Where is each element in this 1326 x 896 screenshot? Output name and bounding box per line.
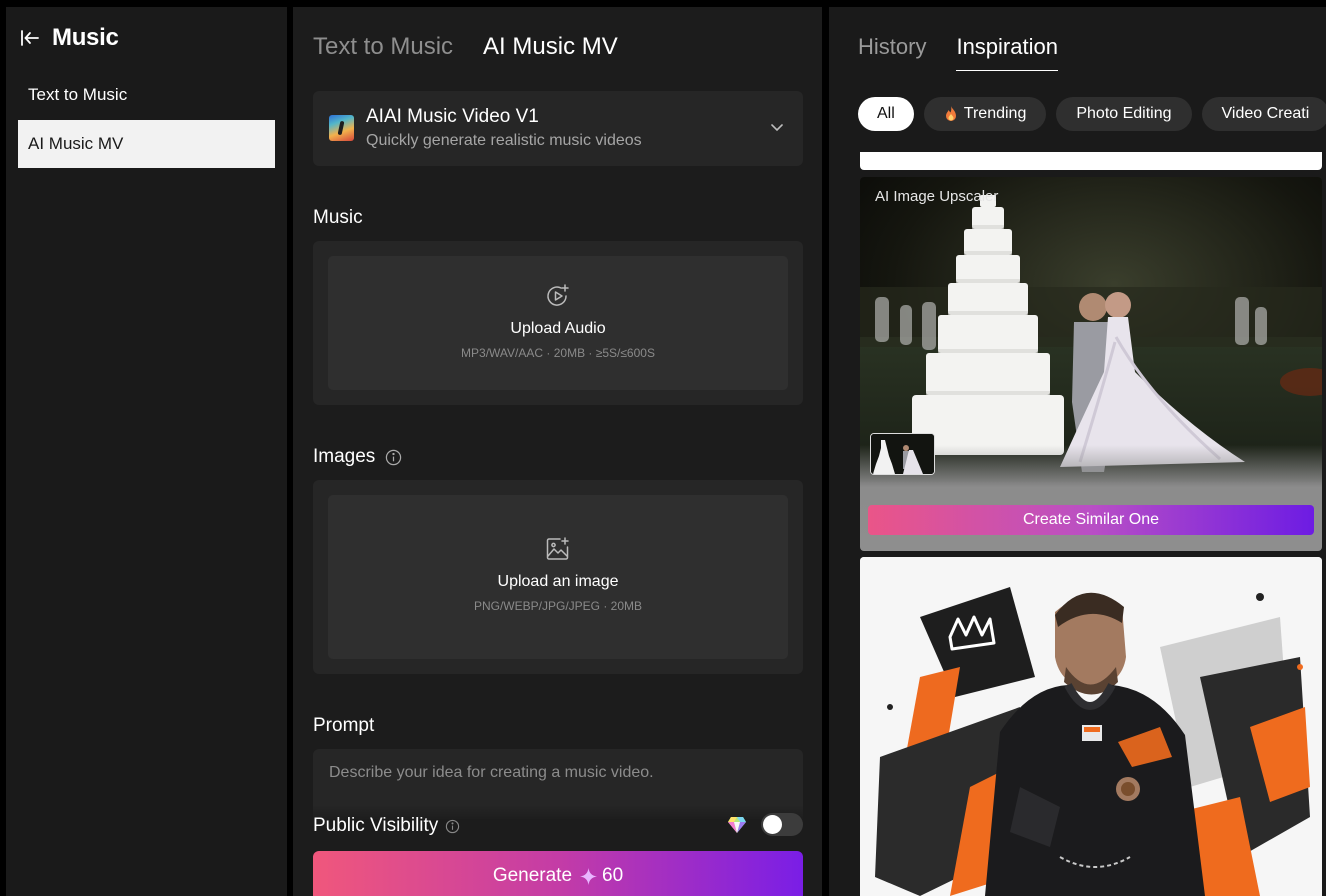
category-chips: All Trending Photo Editing Video Creati (858, 97, 1326, 131)
info-icon[interactable] (445, 819, 460, 834)
sidebar-item-text-to-music[interactable]: Text to Music (18, 71, 275, 119)
prompt-label: Prompt (313, 715, 374, 737)
upload-audio-dropzone[interactable]: Upload Audio MP3/WAV/AAC · 20MB · ≥5S/≤6… (328, 256, 788, 390)
mode-tabs: Text to Music AI Music MV (313, 33, 618, 61)
previous-card-edge (860, 152, 1322, 170)
upload-image-hint: PNG/WEBP/JPG/JPEG · 20MB (473, 599, 643, 613)
upload-image-title: Upload an image (497, 573, 619, 590)
gallery-tabs: History Inspiration (858, 34, 1058, 71)
upload-audio-title: Upload Audio (510, 320, 606, 337)
chip-trending-label: Trending (963, 105, 1027, 122)
tab-history[interactable]: History (858, 34, 926, 71)
source-thumbnail-image (871, 434, 934, 474)
sidebar-header: Music (20, 23, 119, 53)
images-upload-box: Upload an image PNG/WEBP/JPG/JPEG · 20MB (313, 480, 803, 674)
create-similar-button[interactable]: Create Similar One (868, 505, 1314, 535)
credits-sparkle-icon (580, 867, 598, 885)
inspiration-card[interactable]: AI Image Upscaler Create Similar One (860, 177, 1322, 551)
public-visibility-text: Public Visibility (313, 815, 439, 836)
prompt-label-text: Prompt (313, 715, 375, 736)
bottom-action-bar: Public Visibility Generate 60 (293, 805, 822, 896)
collapse-back-icon[interactable] (20, 28, 40, 48)
music-upload-box: Upload Audio MP3/WAV/AAC · 20MB · ≥5S/≤6… (313, 241, 803, 405)
tab-text-to-music[interactable]: Text to Music (313, 33, 453, 61)
generate-cost: 60 (602, 865, 624, 886)
sidebar: Music Text to Music AI Music MV (6, 7, 287, 896)
card-title: AI Image Upscaler (875, 188, 999, 205)
audio-upload-icon (547, 284, 569, 306)
chip-all[interactable]: All (858, 97, 914, 131)
flame-icon (945, 106, 956, 121)
streetwear-portrait-image (860, 557, 1322, 896)
model-thumbnail (329, 115, 354, 141)
premium-gem-icon (728, 817, 746, 833)
public-visibility-toggle[interactable] (761, 813, 803, 836)
sidebar-item-ai-music-mv[interactable]: AI Music MV (18, 120, 275, 168)
tab-ai-music-mv[interactable]: AI Music MV (483, 33, 618, 61)
generate-button[interactable]: Generate 60 (313, 851, 803, 896)
images-label-text: Images (313, 446, 376, 467)
info-icon[interactable] (385, 449, 402, 466)
public-visibility-label: Public Visibility (313, 815, 460, 837)
upload-audio-hint: MP3/WAV/AAC · 20MB · ≥5S/≤600S (461, 346, 655, 360)
chevron-down-icon (771, 124, 783, 132)
images-label: Images (313, 446, 402, 468)
music-label: Music (313, 207, 363, 229)
image-upload-icon (546, 537, 569, 560)
inspiration-card[interactable] (860, 557, 1322, 896)
model-name: AIAI Music Video V1 (366, 106, 539, 127)
tab-inspiration[interactable]: Inspiration (956, 34, 1058, 71)
chip-trending[interactable]: Trending (923, 97, 1047, 131)
model-description: Quickly generate realistic music videos (366, 132, 642, 149)
upload-image-dropzone[interactable]: Upload an image PNG/WEBP/JPG/JPEG · 20MB (328, 495, 788, 659)
inspiration-panel: History Inspiration All Trending Photo E… (829, 7, 1326, 896)
creation-panel: Text to Music AI Music MV AIAI Music Vid… (293, 7, 822, 896)
chip-video-creation[interactable]: Video Creati (1201, 97, 1326, 131)
generate-label: Generate (492, 865, 573, 886)
sidebar-title: Music (52, 24, 119, 51)
chip-photo-editing[interactable]: Photo Editing (1056, 97, 1192, 131)
music-label-text: Music (313, 207, 363, 228)
model-selector[interactable]: AIAI Music Video V1 Quickly generate rea… (313, 91, 803, 166)
source-thumbnail (870, 433, 935, 475)
